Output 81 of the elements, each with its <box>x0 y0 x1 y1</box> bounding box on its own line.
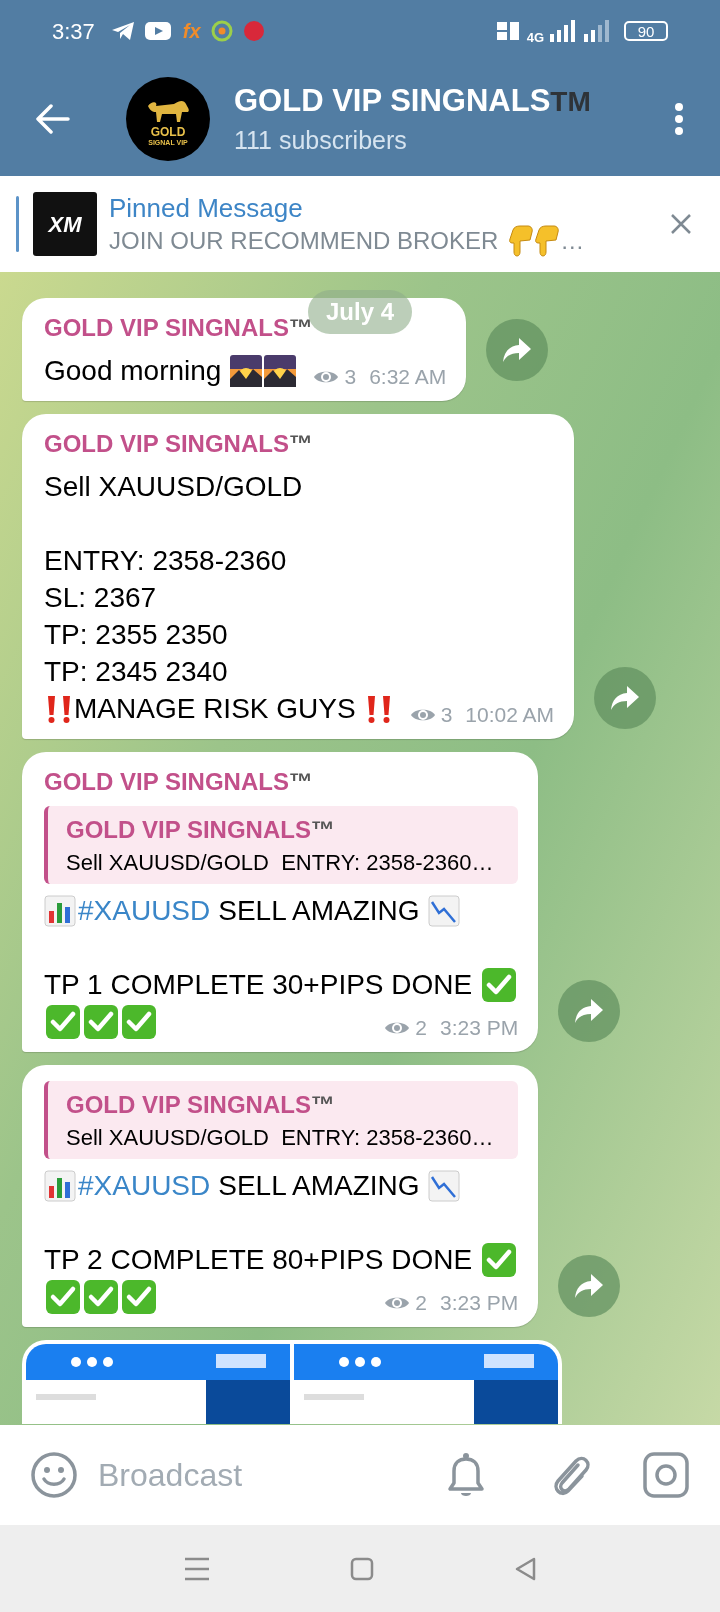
trademark-sign: ™ <box>310 1090 335 1120</box>
channel-title: GOLD VIP SINGNALS <box>234 82 551 120</box>
bar-chart-icon <box>44 1169 76 1202</box>
share-icon <box>574 998 605 1024</box>
check-icon <box>481 1241 518 1278</box>
message-time: 6:32 AM <box>369 364 447 390</box>
message-text: SELL AMAZING <box>218 894 420 928</box>
reply-quote[interactable]: GOLD VIP SINGNALS™ Sell XAUUSD/GOLD ENTRY: 2358-2360… <box>44 806 519 884</box>
hashtag-link[interactable]: #XAUUSD <box>78 1167 211 1204</box>
view-count: 3 <box>344 364 357 390</box>
author-name: GOLD VIP SINGNALS <box>66 815 311 845</box>
message-time: 3:23 PM <box>440 1015 519 1041</box>
pointing-down-icon <box>508 225 535 257</box>
message-text: MANAGE RISK GUYS <box>74 692 356 726</box>
close-icon[interactable] <box>670 213 692 235</box>
message-text: TP 1 COMPLETE 30+PIPS DONE <box>44 968 473 1002</box>
message-field[interactable]: Broadcast <box>98 1451 424 1499</box>
pinned-title: Pinned Message <box>109 192 304 225</box>
back-icon[interactable] <box>36 104 70 134</box>
message-text: SL: 2367 <box>44 581 157 615</box>
network-type: 4G <box>526 29 544 48</box>
trend-down-icon <box>427 1169 460 1202</box>
trademark-sign: TM <box>550 85 591 119</box>
author-name: GOLD VIP SINGNALS <box>44 313 289 343</box>
sunrise-icon <box>230 354 263 387</box>
ellipsis: … <box>560 226 585 256</box>
check-icon <box>83 1278 119 1315</box>
trademark-sign: ™ <box>288 429 313 459</box>
menu-icon[interactable] <box>184 1556 210 1581</box>
author-name: GOLD VIP SINGNALS <box>66 1090 311 1120</box>
bar-chart-icon <box>44 894 76 927</box>
message-time: 10:02 AM <box>465 702 555 728</box>
message-text: SELL AMAZING <box>218 1169 420 1203</box>
trademark-sign: ™ <box>288 767 313 797</box>
pointing-down-icon <box>534 225 561 257</box>
battery-indicator: 90 <box>624 21 668 41</box>
youtube-icon <box>144 22 171 40</box>
message-text: Sell XAUUSD/GOLD <box>44 470 303 504</box>
message-text: TP: 2345 2340 <box>44 655 228 689</box>
thumbnail-text: XM <box>48 210 82 239</box>
check-icon <box>121 1278 157 1315</box>
avatar-text: GOLD <box>150 126 186 139</box>
back-nav-icon[interactable] <box>514 1556 536 1581</box>
home-icon[interactable] <box>350 1556 374 1581</box>
author-name: GOLD VIP SINGNALS <box>44 767 289 797</box>
check-icon <box>45 1278 81 1315</box>
camera-icon[interactable] <box>642 1451 690 1499</box>
message-text: ENTRY: 2358-2360 <box>44 544 287 578</box>
sunrise-icon <box>264 354 297 387</box>
trademark-sign: ™ <box>310 815 335 845</box>
emoji-icon[interactable] <box>30 1451 78 1499</box>
quote-text: Sell XAUUSD/GOLD ENTRY: 2358-2360… <box>66 1124 495 1152</box>
message-text: TP 2 COMPLETE 80+PIPS DONE <box>44 1243 473 1277</box>
check-icon <box>83 1003 119 1040</box>
subscriber-count: 111 subscribers <box>234 125 408 156</box>
app-circle-icon <box>242 20 265 42</box>
check-icon <box>45 1003 81 1040</box>
check-icon <box>481 966 518 1003</box>
share-icon <box>502 337 533 363</box>
author-name: GOLD VIP SINGNALS <box>44 429 289 459</box>
check-icon <box>121 1003 157 1040</box>
quote-text: Sell XAUUSD/GOLD ENTRY: 2358-2360… <box>66 849 495 877</box>
message-text: TP: 2355 2350 <box>44 618 228 652</box>
telegram-icon <box>110 21 135 41</box>
view-count: 2 <box>415 1015 427 1041</box>
signal-icon <box>584 20 612 42</box>
signal-icon <box>550 20 578 42</box>
share-icon <box>574 1273 605 1299</box>
target-icon <box>210 20 233 42</box>
app-label: fx <box>182 19 201 44</box>
pinned-text: JOIN OUR RECOMMEND BROKER <box>109 226 499 256</box>
share-icon <box>610 685 641 711</box>
message-time: 3:23 PM <box>440 1290 519 1316</box>
view-count: 2 <box>415 1290 427 1316</box>
hashtag-link[interactable]: #XAUUSD <box>78 892 211 929</box>
reply-quote[interactable]: GOLD VIP SINGNALS™ Sell XAUUSD/GOLD ENTRY: 2358-2360… <box>44 1081 519 1159</box>
clock-time: 3:37 <box>52 17 95 46</box>
message-text: Good morning <box>44 354 222 388</box>
trend-down-icon <box>427 894 460 927</box>
more-icon[interactable] <box>674 102 684 136</box>
view-count: 3 <box>440 702 453 728</box>
